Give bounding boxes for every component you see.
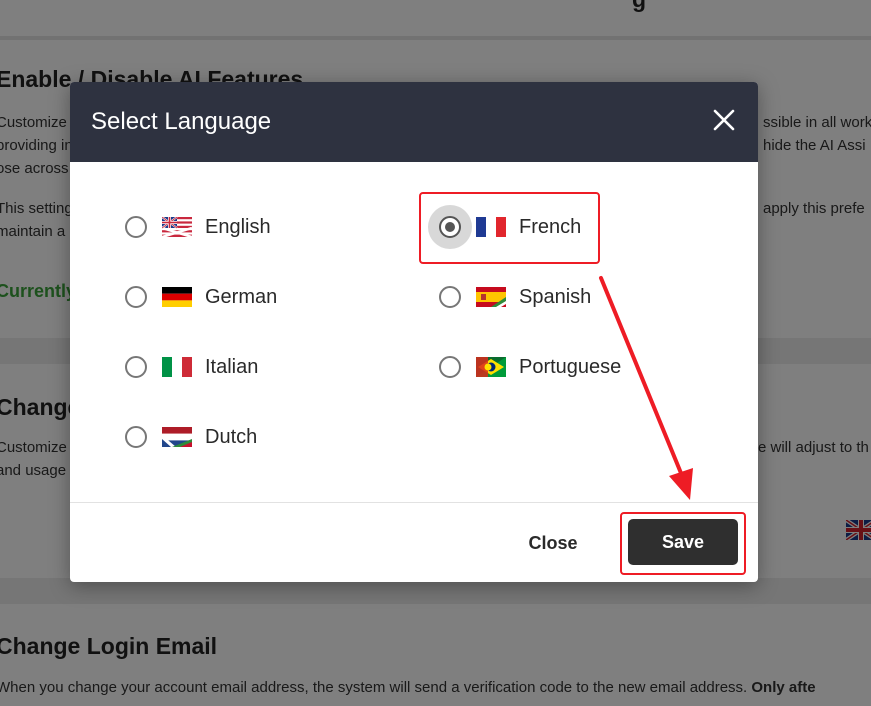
- language-options: English French German Spanish Italian Po…: [70, 162, 758, 502]
- radio-german[interactable]: [125, 286, 147, 308]
- modal-header: Select Language: [70, 82, 758, 162]
- language-label: Spanish: [519, 285, 592, 308]
- close-button[interactable]: Close: [518, 526, 588, 560]
- radio-dutch[interactable]: [125, 426, 147, 448]
- language-label: Portuguese: [519, 355, 622, 378]
- language-option-english[interactable]: English: [125, 207, 271, 247]
- germany-flag-icon: [162, 287, 192, 307]
- language-option-german[interactable]: German: [125, 277, 277, 317]
- radio-spanish[interactable]: [439, 286, 461, 308]
- language-label: English: [205, 215, 271, 238]
- close-icon[interactable]: [712, 108, 736, 132]
- language-label: German: [205, 285, 278, 308]
- french-highlight-box: [419, 192, 600, 264]
- portugal-flag-icon: [476, 357, 506, 377]
- language-option-spanish[interactable]: Spanish: [439, 277, 591, 317]
- spain-flag-icon: [476, 287, 506, 307]
- uk-flag-icon: [162, 217, 192, 237]
- radio-english[interactable]: [125, 216, 147, 238]
- netherlands-flag-icon: [162, 427, 192, 447]
- language-option-italian[interactable]: Italian: [125, 347, 258, 387]
- radio-italian[interactable]: [125, 356, 147, 378]
- language-option-portuguese[interactable]: Portuguese: [439, 347, 621, 387]
- language-option-dutch[interactable]: Dutch: [125, 417, 257, 457]
- language-label: Italian: [205, 355, 259, 378]
- radio-portuguese[interactable]: [439, 356, 461, 378]
- italy-flag-icon: [162, 357, 192, 377]
- language-label: Dutch: [205, 425, 258, 448]
- select-language-modal: Select Language English French German Sp…: [70, 82, 758, 582]
- save-highlight-box: [620, 512, 746, 575]
- modal-title: Select Language: [91, 108, 272, 135]
